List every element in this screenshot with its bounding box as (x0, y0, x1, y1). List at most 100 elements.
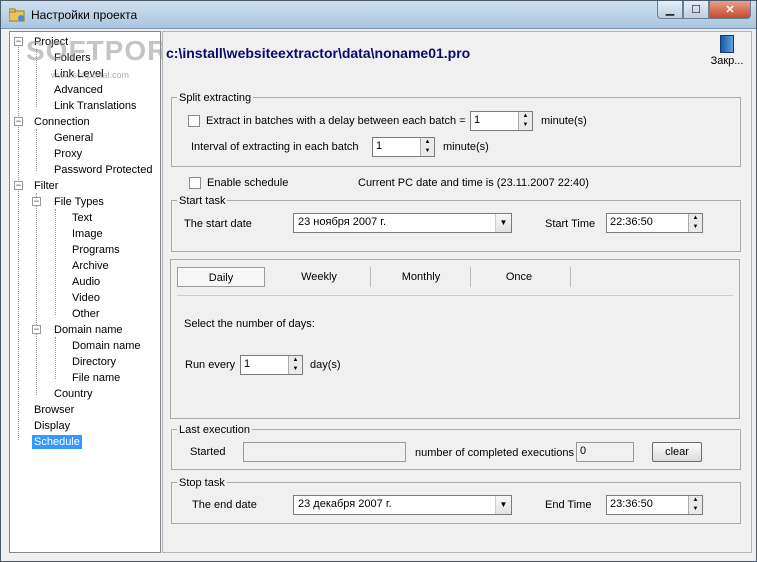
batch-label: Extract in batches with a delay between … (206, 115, 466, 127)
tree-item-password-protected[interactable]: Password Protected (54, 163, 152, 177)
interval-stepper[interactable]: 1 ▲ ▼ (372, 137, 435, 157)
tree-item-country[interactable]: Country (54, 387, 93, 401)
collapse-connection-icon[interactable]: − (14, 117, 23, 126)
close-window-button[interactable]: ✕ (709, 1, 751, 19)
stepper-down-icon[interactable]: ▼ (688, 223, 702, 232)
end-date-label: The end date (192, 499, 257, 511)
select-days-label: Select the number of days: (184, 318, 315, 330)
start-date-picker[interactable]: 23 ноября 2007 г. ▼ (293, 213, 512, 233)
stepper-up-icon[interactable]: ▲ (420, 138, 434, 147)
collapse-filter-icon[interactable]: − (14, 181, 23, 190)
enable-schedule-checkbox[interactable] (189, 177, 201, 189)
folder-icon (9, 8, 25, 22)
tree-item-schedule[interactable]: Schedule (32, 435, 82, 449)
tree-item-browser[interactable]: Browser (34, 403, 74, 417)
tree-item-text[interactable]: Text (72, 211, 92, 225)
minimize-button[interactable]: ▁ (657, 1, 683, 19)
chevron-down-icon[interactable]: ▼ (495, 496, 511, 514)
tree-item-link-translations[interactable]: Link Translations (54, 99, 137, 113)
tree-item-image[interactable]: Image (72, 227, 103, 241)
batch-unit: minute(s) (541, 115, 587, 127)
last-execution-title: Last execution (177, 424, 252, 436)
start-task-title: Start task (177, 195, 228, 207)
completed-field: 0 (576, 442, 634, 462)
stepper-down-icon[interactable]: ▼ (518, 121, 532, 130)
project-path: c:\install\websiteextractor\data\noname0… (166, 45, 471, 61)
batch-delay-stepper[interactable]: 1 ▲ ▼ (470, 111, 533, 131)
tab-daily[interactable]: Daily (177, 267, 265, 287)
tree-item-general[interactable]: General (54, 131, 93, 145)
door-icon (720, 35, 734, 53)
clear-button[interactable]: clear (652, 442, 702, 462)
tree-item-proxy[interactable]: Proxy (54, 147, 82, 161)
maximize-button[interactable]: ☐ (683, 1, 709, 19)
collapse-project-icon[interactable]: − (14, 37, 23, 46)
schedule-tabs-panel: Daily Weekly Monthly Once (170, 259, 740, 419)
current-datetime: Current PC date and time is (23.11.2007 … (358, 177, 589, 189)
tree-item-connection[interactable]: Connection (34, 115, 90, 129)
run-every-value: 1 (244, 358, 251, 370)
window-title: Настройки проекта (31, 8, 138, 22)
stepper-down-icon[interactable]: ▼ (420, 147, 434, 156)
end-time-input[interactable]: 23:36:50 ▲ ▼ (606, 495, 703, 515)
stepper-down-icon[interactable]: ▼ (688, 505, 702, 514)
chevron-down-icon[interactable]: ▼ (495, 214, 511, 232)
completed-value: 0 (580, 445, 587, 457)
tree-item-other[interactable]: Other (72, 307, 100, 321)
start-time-input[interactable]: 22:36:50 ▲ ▼ (606, 213, 703, 233)
tree-item-archive[interactable]: Archive (72, 259, 109, 273)
stepper-up-icon[interactable]: ▲ (688, 214, 702, 223)
start-time-value: 22:36:50 (610, 216, 653, 228)
tree-item-advanced[interactable]: Advanced (54, 83, 103, 97)
tree-item-file-types[interactable]: File Types (54, 195, 104, 209)
tab-once[interactable]: Once (471, 267, 567, 287)
start-date-value: 23 ноября 2007 г. (298, 216, 386, 228)
run-every-stepper[interactable]: 1 ▲ ▼ (240, 355, 303, 375)
stepper-up-icon[interactable]: ▲ (688, 496, 702, 505)
close-project-button[interactable]: Закр... (707, 35, 747, 75)
stop-task-title: Stop task (177, 477, 227, 489)
split-extracting-group (171, 97, 741, 167)
interval-unit: minute(s) (443, 141, 489, 153)
end-date-value: 23 декабря 2007 г. (298, 498, 392, 510)
started-field (243, 442, 406, 462)
watermark-url: www.softportal.com (51, 70, 130, 80)
run-every-label: Run every (185, 359, 236, 371)
project-settings-window: Настройки проекта ▁ ☐ ✕ − Project Folder… (0, 0, 757, 562)
tree-item-directory[interactable]: Directory (72, 355, 116, 369)
tree-item-domain-name-sub[interactable]: Domain name (72, 339, 140, 353)
title-bar[interactable]: Настройки проекта ▁ ☐ ✕ (1, 1, 756, 29)
end-date-picker[interactable]: 23 декабря 2007 г. ▼ (293, 495, 512, 515)
tab-divider (177, 295, 733, 296)
tree-item-domain-name[interactable]: Domain name (54, 323, 122, 337)
settings-tree[interactable]: − Project Folders Link Level Advanced Li… (9, 31, 161, 553)
tree-item-audio[interactable]: Audio (72, 275, 100, 289)
interval-label: Interval of extracting in each batch (191, 141, 359, 153)
minimize-icon: ▁ (665, 4, 675, 16)
close-project-label: Закр... (710, 55, 744, 67)
stepper-up-icon[interactable]: ▲ (288, 356, 302, 365)
split-extracting-title: Split extracting (177, 92, 254, 104)
run-every-unit: day(s) (310, 359, 341, 371)
tab-monthly[interactable]: Monthly (373, 267, 469, 287)
collapse-domain-name-icon[interactable]: − (32, 325, 41, 334)
close-icon: ✕ (725, 4, 735, 16)
tree-item-file-name[interactable]: File name (72, 371, 120, 385)
maximize-icon: ☐ (691, 4, 701, 16)
interval-value: 1 (376, 140, 383, 152)
tree-item-video[interactable]: Video (72, 291, 100, 305)
stepper-up-icon[interactable]: ▲ (518, 112, 532, 121)
tab-weekly[interactable]: Weekly (271, 267, 367, 287)
collapse-file-types-icon[interactable]: − (32, 197, 41, 206)
batch-checkbox[interactable] (188, 115, 200, 127)
end-time-label: End Time (545, 499, 592, 511)
stepper-down-icon[interactable]: ▼ (288, 365, 302, 374)
tree-item-display[interactable]: Display (34, 419, 70, 433)
completed-label: number of completed executions (415, 447, 574, 459)
start-time-label: Start Time (545, 218, 596, 230)
tree-item-filter[interactable]: Filter (34, 179, 58, 193)
batch-delay-value: 1 (474, 114, 481, 126)
tree-item-programs[interactable]: Programs (72, 243, 120, 257)
enable-schedule-label: Enable schedule (207, 177, 289, 189)
end-time-value: 23:36:50 (610, 498, 653, 510)
